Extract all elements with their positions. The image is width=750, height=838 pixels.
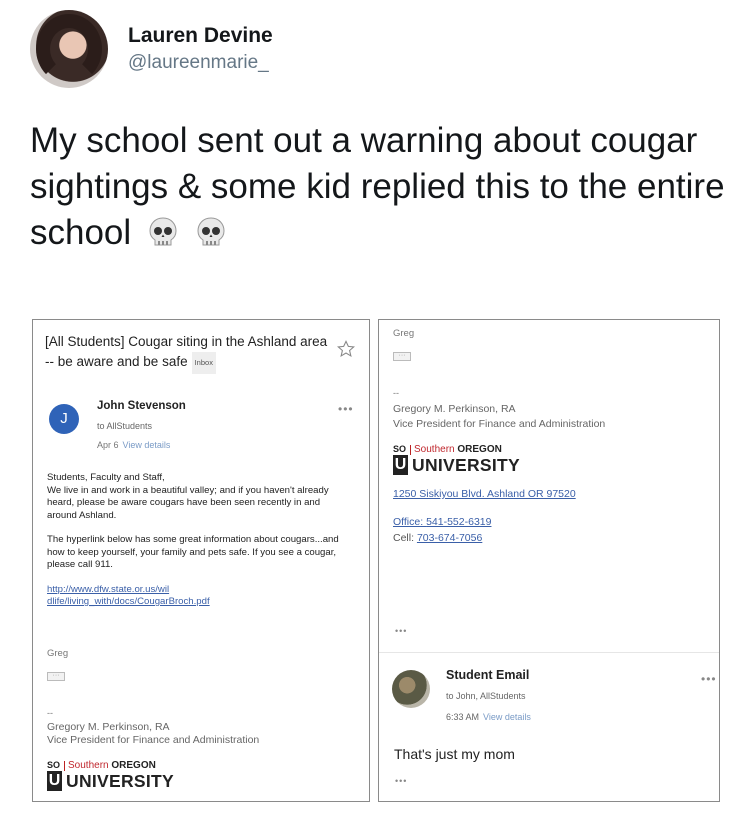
signature-name: Gregory M. Perkinson, RA: [393, 403, 516, 415]
trailing-dots[interactable]: •••: [395, 776, 407, 786]
greeting-name: Greg: [47, 648, 69, 659]
skull-icon: [197, 217, 225, 246]
email-subject-text: [All Students] Cougar siting in the Ashl…: [45, 334, 328, 369]
message-divider: [379, 652, 719, 653]
view-details-link[interactable]: View details: [123, 440, 171, 450]
email-screenshot-right: Greg ··· -- Gregory M. Perkinson, RA Vic…: [378, 319, 720, 802]
tweet-header: Lauren Devine @laureenmarie_: [30, 10, 720, 90]
author-name[interactable]: Lauren Devine: [128, 24, 273, 48]
address-link[interactable]: 1250 Siskiyou Blvd. Ashland OR 97520: [393, 488, 576, 500]
reply-time-text: 6:33 AM: [446, 712, 480, 722]
signature-title: Vice President for Finance and Administr…: [393, 418, 606, 430]
logo-so: SO: [393, 444, 407, 454]
office-label[interactable]: Office:: [393, 516, 426, 528]
sender-avatar: J: [49, 404, 79, 434]
greeting-name: Greg: [393, 328, 415, 339]
more-options-icon[interactable]: •••: [701, 672, 717, 686]
email-body: Students, Faculty and Staff, We live in …: [47, 472, 347, 609]
email-screenshot-left: [All Students] Cougar siting in the Ashl…: [32, 319, 370, 802]
star-icon[interactable]: [337, 340, 355, 358]
sender-name: John Stevenson: [97, 400, 186, 412]
link-line[interactable]: dlife/living_with/docs/CougarBroch.pdf: [47, 596, 347, 609]
logo-line1: Southern OREGON: [68, 760, 156, 771]
brochure-link[interactable]: http://www.dfw.state.or.us/wil dlife/liv…: [47, 584, 347, 609]
author-avatar[interactable]: [30, 10, 108, 88]
signature-dash: --: [393, 388, 399, 398]
logo-line1: Southern OREGON: [414, 444, 502, 455]
reply-time: 6:33 AM View details: [446, 712, 531, 722]
email-date-text: Apr 6: [97, 440, 119, 450]
trailing-dots[interactable]: •••: [395, 626, 407, 636]
signature-dash: --: [47, 708, 53, 718]
email-subject: [All Students] Cougar siting in the Ashl…: [45, 332, 335, 374]
logo-oregon: OREGON: [454, 444, 502, 455]
reply-body: That's just my mom: [394, 746, 515, 762]
logo-southern: Southern: [414, 444, 455, 455]
student-avatar: [392, 670, 430, 708]
signature-name: Gregory M. Perkinson, RA: [47, 721, 170, 733]
university-logo: SO U Southern OREGON UNIVERSITY: [393, 444, 543, 478]
cell-label: Cell:: [393, 532, 417, 544]
email-paragraph: Students, Faculty and Staff, We live in …: [47, 472, 329, 521]
reply-sender-name: Student Email: [446, 668, 530, 682]
cell-phone: Cell: 703-674-7056: [393, 532, 482, 544]
tweet-text: My school sent out a warning about couga…: [30, 118, 730, 256]
logo-southern: Southern: [68, 760, 109, 771]
show-trimmed-content-button[interactable]: ···: [393, 352, 411, 361]
logo-u: U: [393, 455, 408, 475]
inbox-label[interactable]: Inbox: [191, 352, 216, 374]
signature-title: Vice President for Finance and Administr…: [47, 734, 260, 746]
email-date: Apr 6 View details: [97, 440, 170, 450]
author-handle[interactable]: @laureenmarie_: [128, 52, 269, 74]
view-details-link[interactable]: View details: [483, 712, 531, 722]
link-line[interactable]: http://www.dfw.state.or.us/wil: [47, 584, 347, 597]
cell-number-link[interactable]: 703-674-7056: [417, 532, 482, 544]
office-phone: Office: 541-552-6319: [393, 516, 491, 528]
logo-university: UNIVERSITY: [412, 455, 521, 475]
tweet-body: My school sent out a warning about couga…: [30, 121, 725, 252]
show-trimmed-content-button[interactable]: ···: [47, 672, 65, 681]
logo-university: UNIVERSITY: [66, 771, 175, 791]
more-options-icon[interactable]: •••: [338, 402, 354, 416]
logo-oregon: OREGON: [108, 760, 156, 771]
reply-recipients: to John, AllStudents: [446, 691, 526, 701]
logo-u: U: [47, 771, 62, 791]
skull-icon: [149, 217, 177, 246]
university-logo: SO U Southern OREGON UNIVERSITY: [47, 760, 197, 794]
recipient-line: to AllStudents: [97, 421, 153, 431]
logo-so: SO: [47, 760, 61, 770]
email-paragraph: The hyperlink below has some great infor…: [47, 534, 339, 570]
office-number-link[interactable]: 541-552-6319: [426, 516, 491, 528]
